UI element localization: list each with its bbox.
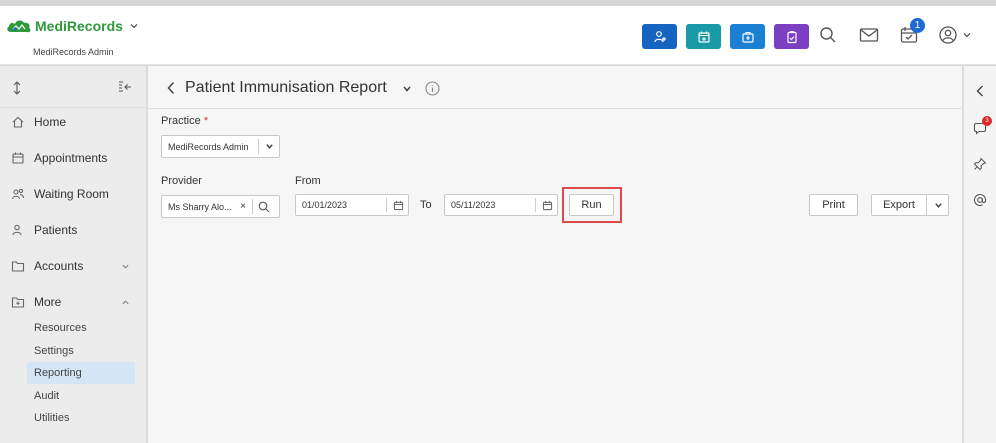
appointment-button[interactable] <box>686 24 721 49</box>
brand-name: MediRecords <box>35 18 123 34</box>
report-panel: Patient Immunisation Report Practice * M… <box>148 66 962 443</box>
search-button[interactable] <box>818 25 838 45</box>
chevron-down-icon <box>266 144 273 149</box>
sidebar-subitem-audit[interactable]: Audit <box>27 385 135 407</box>
info-icon[interactable] <box>425 81 440 96</box>
sidebar-subitem-reporting[interactable]: Reporting <box>27 362 135 384</box>
sidebar-item-label: Patients <box>34 223 78 237</box>
add-patient-button[interactable] <box>642 24 677 49</box>
medical-kit-button[interactable] <box>730 24 765 49</box>
from-date-value: 01/01/2023 <box>302 200 348 210</box>
search-icon <box>820 27 836 43</box>
sidebar-item-label: Home <box>34 115 67 129</box>
chevron-down-icon <box>963 33 971 38</box>
pin-icon[interactable] <box>973 157 987 171</box>
export-label: Export <box>883 199 915 211</box>
to-date-value: 05/11/2023 <box>451 200 496 210</box>
calendar-icon[interactable] <box>542 200 553 211</box>
folder-plus-icon <box>11 297 25 308</box>
report-switcher-chevron-icon[interactable] <box>402 84 412 94</box>
search-icon[interactable] <box>258 201 270 213</box>
print-button[interactable]: Print <box>809 194 858 216</box>
notification-badge: 1 <box>910 18 925 33</box>
report-titlebar: Patient Immunisation Report <box>148 66 962 109</box>
chevron-down-icon[interactable] <box>934 201 943 210</box>
at-mention-icon[interactable] <box>973 193 987 207</box>
to-label: To <box>420 199 432 211</box>
page-title: Patient Immunisation Report <box>185 79 387 96</box>
cloud-logo-icon <box>7 20 31 33</box>
sidebar-tools <box>0 66 147 108</box>
expand-panel-chevron-icon[interactable] <box>973 84 987 98</box>
provider-field[interactable]: Ms Sharry Alo... × <box>161 195 280 218</box>
clipboard-icon <box>786 30 797 43</box>
people-icon <box>11 188 25 200</box>
user-menu-button[interactable] <box>937 25 973 45</box>
calendar-icon[interactable] <box>393 200 404 211</box>
required-mark: * <box>203 115 209 127</box>
sidebar: Home Appointments Waiting Room Patients … <box>0 66 147 443</box>
mail-icon <box>859 28 879 42</box>
brand-subtitle: MediRecords Admin <box>33 47 114 57</box>
resize-vertical-icon[interactable] <box>12 81 22 95</box>
sidebar-item-patients[interactable]: Patients <box>0 218 147 242</box>
divider <box>926 194 927 216</box>
divider <box>252 199 253 214</box>
app-header: MediRecords MediRecords Admin 1 <box>0 6 996 65</box>
chevron-up-icon <box>122 300 129 305</box>
sidebar-item-label: More <box>34 295 62 309</box>
sidebar-item-more[interactable]: More <box>0 290 147 314</box>
sidebar-item-accounts[interactable]: Accounts <box>0 254 147 278</box>
patients-icon <box>12 224 22 236</box>
medical-bag-icon <box>741 31 754 43</box>
folder-icon <box>11 261 25 272</box>
clear-provider-icon[interactable]: × <box>236 201 250 212</box>
mail-button[interactable] <box>859 27 879 43</box>
from-label: From <box>295 175 321 187</box>
run-button[interactable]: Run <box>569 194 614 216</box>
chevron-down-icon <box>130 24 138 29</box>
back-chevron-icon[interactable] <box>166 81 176 95</box>
from-date-input[interactable]: 01/01/2023 <box>295 194 409 216</box>
to-date-input[interactable]: 05/11/2023 <box>444 194 558 216</box>
provider-value: Ms Sharry Alo... <box>168 201 232 212</box>
sidebar-item-label: Waiting Room <box>34 187 109 201</box>
right-toolbar: 3 <box>963 66 996 443</box>
home-icon <box>12 116 24 128</box>
sidebar-item-label: Appointments <box>34 151 108 165</box>
calendar-icon <box>12 152 24 164</box>
divider <box>386 198 387 212</box>
chevron-down-icon <box>122 264 129 269</box>
practice-select[interactable]: MediRecords Admin <box>161 135 280 158</box>
add-person-icon <box>653 30 666 42</box>
sidebar-item-waiting-room[interactable]: Waiting Room <box>0 182 147 206</box>
sidebar-item-home[interactable]: Home <box>0 110 147 134</box>
comment-count-badge: 3 <box>982 116 992 126</box>
calendar-plus-icon <box>697 31 710 43</box>
practice-label: Practice * <box>161 115 209 127</box>
clipboard-button[interactable] <box>774 24 809 49</box>
sidebar-subitem-settings[interactable]: Settings <box>27 340 135 362</box>
sidebar-item-label: Accounts <box>34 259 84 273</box>
divider <box>535 198 536 212</box>
sidebar-subitem-utilities[interactable]: Utilities <box>27 407 135 429</box>
sidebar-item-appointments[interactable]: Appointments <box>0 146 147 170</box>
provider-label: Provider <box>161 175 202 187</box>
sidebar-subitem-resources[interactable]: Resources <box>27 317 135 339</box>
user-avatar-icon <box>939 26 957 44</box>
divider <box>258 139 259 154</box>
export-button[interactable]: Export <box>871 194 949 216</box>
practice-value: MediRecords Admin <box>168 141 249 152</box>
brand-switcher[interactable]: MediRecords <box>6 18 139 34</box>
collapse-sidebar-icon[interactable] <box>118 81 132 93</box>
